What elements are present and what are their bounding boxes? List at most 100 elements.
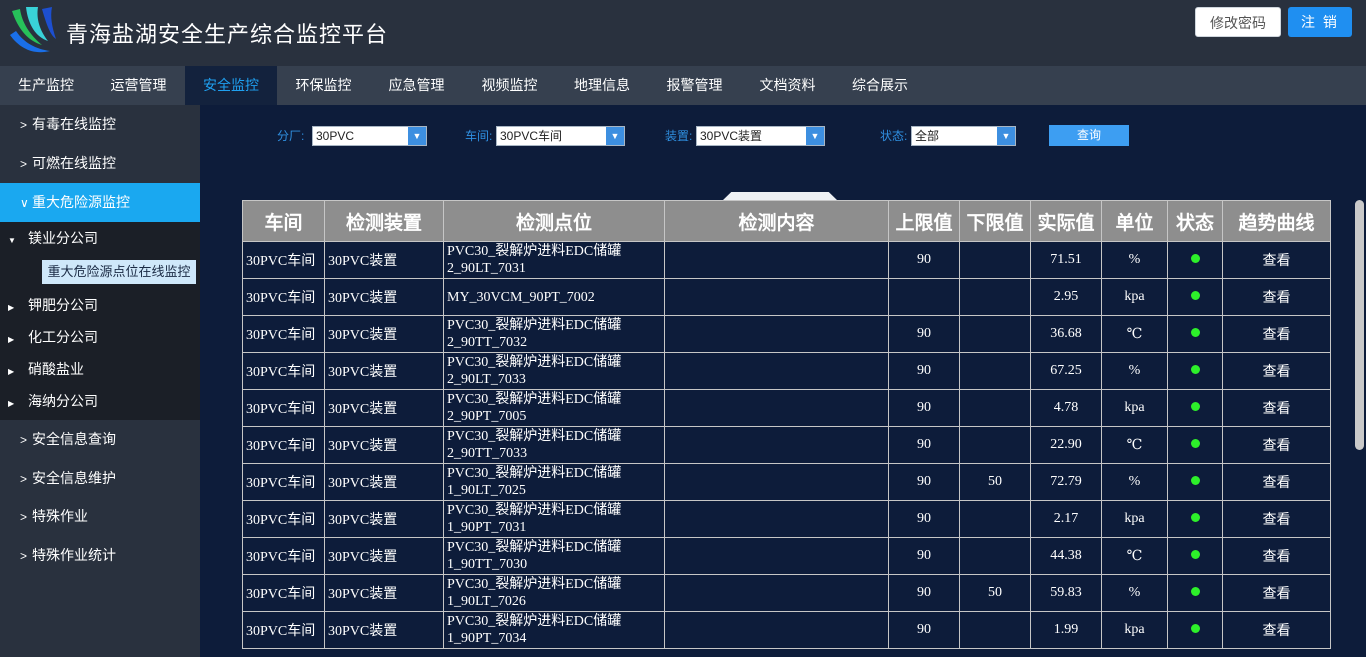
dropdown-arrow-icon[interactable]: ▼ (806, 127, 824, 145)
cell-status (1167, 352, 1223, 390)
cell-content (664, 426, 889, 464)
cell-actual: 71.51 (1030, 241, 1102, 279)
sidebar-item-info-maintain[interactable]: > 安全信息维护 (0, 459, 200, 498)
status-ok-icon (1190, 550, 1200, 559)
nav-video[interactable]: 视频监控 (463, 66, 556, 105)
cell-content (664, 352, 889, 390)
subcompany-tree: ▼ 镁业分公司 ▶ 钾肥分公司 ▶ 化工分公司 ▶ 硝酸盐业 ▶ 海纳分公司 (0, 222, 200, 420)
chevron-right-icon: > (20, 549, 28, 563)
col-header-workshop: 车间 (242, 200, 325, 242)
change-password-button[interactable]: 修改密码 (1195, 7, 1281, 37)
cell-unit: kpa (1101, 389, 1168, 427)
sidebar-item-toxic[interactable]: > 有毒在线监控 (0, 105, 200, 144)
dropdown-arrow-icon[interactable]: ▼ (997, 127, 1015, 145)
view-trend-link[interactable]: 查看 (1222, 278, 1331, 316)
caret-down-icon: ▼ (8, 236, 16, 245)
tree-item-haina[interactable]: ▶ 海纳分公司 (8, 385, 98, 417)
cell-upper: 90 (888, 537, 960, 575)
sidebar-item-combustible[interactable]: > 可燃在线监控 (0, 144, 200, 183)
col-header-status: 状态 (1167, 200, 1223, 242)
view-trend-link[interactable]: 查看 (1222, 611, 1331, 649)
tree-item-potash[interactable]: ▶ 钾肥分公司 (8, 289, 98, 321)
view-trend-link[interactable]: 查看 (1222, 315, 1331, 353)
cell-point: PVC30_裂解炉进料EDC储罐1_90PT_7034 (443, 611, 665, 649)
cell-content (664, 463, 889, 501)
cell-unit: ℃ (1101, 315, 1168, 353)
cell-upper: 90 (888, 241, 960, 279)
tree-item-magnesium[interactable]: ▼ 镁业分公司 (8, 222, 98, 254)
nav-alarm[interactable]: 报警管理 (648, 66, 741, 105)
cell-workshop: 30PVC车间 (242, 463, 325, 501)
view-trend-link[interactable]: 查看 (1222, 241, 1331, 279)
caret-right-icon: ▶ (8, 303, 15, 312)
cell-actual: 1.99 (1030, 611, 1102, 649)
col-header-trend: 趋势曲线 (1222, 200, 1331, 242)
cell-actual: 4.78 (1030, 389, 1102, 427)
nav-overview[interactable]: 综合展示 (834, 66, 926, 105)
workshop-label: 车间: (465, 129, 493, 143)
view-trend-link[interactable]: 查看 (1222, 463, 1331, 501)
col-header-content: 检测内容 (664, 200, 889, 242)
cell-actual: 72.79 (1030, 463, 1102, 501)
sidebar-item-special-work-stats[interactable]: > 特殊作业统计 (0, 536, 200, 575)
cell-status (1167, 500, 1223, 538)
cell-status (1167, 241, 1223, 279)
table-row: 30PVC车间 30PVC装置 PVC30_裂解炉进料EDC储罐2_90TT_703… (242, 315, 1331, 353)
chevron-right-icon: > (20, 157, 28, 171)
table-row: 30PVC车间 30PVC装置 PVC30_裂解炉进料EDC储罐2_90TT_703… (242, 426, 1331, 464)
cell-upper: 90 (888, 611, 960, 649)
cell-lower (959, 426, 1031, 464)
view-trend-link[interactable]: 查看 (1222, 389, 1331, 427)
logout-button[interactable]: 注 销 (1288, 7, 1352, 37)
nav-documents[interactable]: 文档资料 (741, 66, 834, 105)
view-trend-link[interactable]: 查看 (1222, 426, 1331, 464)
col-header-unit: 单位 (1101, 200, 1168, 242)
status-ok-icon (1190, 254, 1200, 263)
tree-item-chemical[interactable]: ▶ 化工分公司 (8, 321, 98, 353)
cell-unit: % (1101, 574, 1168, 612)
status-ok-icon (1190, 513, 1200, 522)
nav-operations[interactable]: 运营管理 (92, 66, 185, 105)
sidebar-item-special-work[interactable]: > 特殊作业 (0, 497, 200, 536)
cell-device: 30PVC装置 (324, 315, 444, 353)
nav-emergency[interactable]: 应急管理 (370, 66, 463, 105)
cell-upper: 90 (888, 352, 960, 390)
cell-status (1167, 537, 1223, 575)
branch-select[interactable]: 30PVC ▼ (312, 126, 427, 146)
nav-production[interactable]: 生产监控 (0, 66, 92, 105)
device-select-value: 30PVC装置 (700, 129, 763, 143)
cell-point: PVC30_裂解炉进料EDC储罐2_90TT_7033 (443, 426, 665, 464)
sidebar: > 有毒在线监控 > 可燃在线监控 ∨ 重大危险源监控 ▼ 镁业分公司 ▶ 钾肥分公司 ▶… (0, 105, 200, 657)
nav-geo[interactable]: 地理信息 (556, 66, 648, 105)
cell-device: 30PVC装置 (324, 278, 444, 316)
sidebar-item-major-hazard[interactable]: ∨ 重大危险源监控 (0, 183, 200, 222)
logo-icon (10, 7, 56, 53)
dropdown-arrow-icon[interactable]: ▼ (606, 127, 624, 145)
nav-safety[interactable]: 安全监控 (185, 66, 277, 105)
workshop-select[interactable]: 30PVC车间 ▼ (496, 126, 625, 146)
tree-item-nitrate[interactable]: ▶ 硝酸盐业 (8, 353, 84, 385)
status-ok-icon (1190, 476, 1200, 485)
cell-device: 30PVC装置 (324, 611, 444, 649)
cell-lower (959, 500, 1031, 538)
sidebar-item-label: 特殊作业统计 (32, 547, 116, 563)
cell-status (1167, 574, 1223, 612)
tree-leaf-hazard-points[interactable]: 重大危险源点位在线监控 (42, 260, 196, 284)
scrollbar-thumb[interactable] (1355, 200, 1364, 450)
cell-unit: kpa (1101, 611, 1168, 649)
view-trend-link[interactable]: 查看 (1222, 537, 1331, 575)
sidebar-item-info-query[interactable]: > 安全信息查询 (0, 420, 200, 459)
view-trend-link[interactable]: 查看 (1222, 352, 1331, 390)
view-trend-link[interactable]: 查看 (1222, 500, 1331, 538)
view-trend-link[interactable]: 查看 (1222, 574, 1331, 612)
status-select-value: 全部 (915, 129, 940, 143)
query-button[interactable]: 查询 (1049, 125, 1129, 146)
cell-point: PVC30_裂解炉进料EDC储罐2_90TT_7032 (443, 315, 665, 353)
table-row: 30PVC车间 30PVC装置 PVC30_裂解炉进料EDC储罐1_90PT_703… (242, 500, 1331, 538)
status-select[interactable]: 全部 ▼ (911, 126, 1016, 146)
cell-unit: ℃ (1101, 537, 1168, 575)
dropdown-arrow-icon[interactable]: ▼ (408, 127, 426, 145)
device-select[interactable]: 30PVC装置 ▼ (696, 126, 825, 146)
nav-environment[interactable]: 环保监控 (277, 66, 370, 105)
cell-content (664, 574, 889, 612)
